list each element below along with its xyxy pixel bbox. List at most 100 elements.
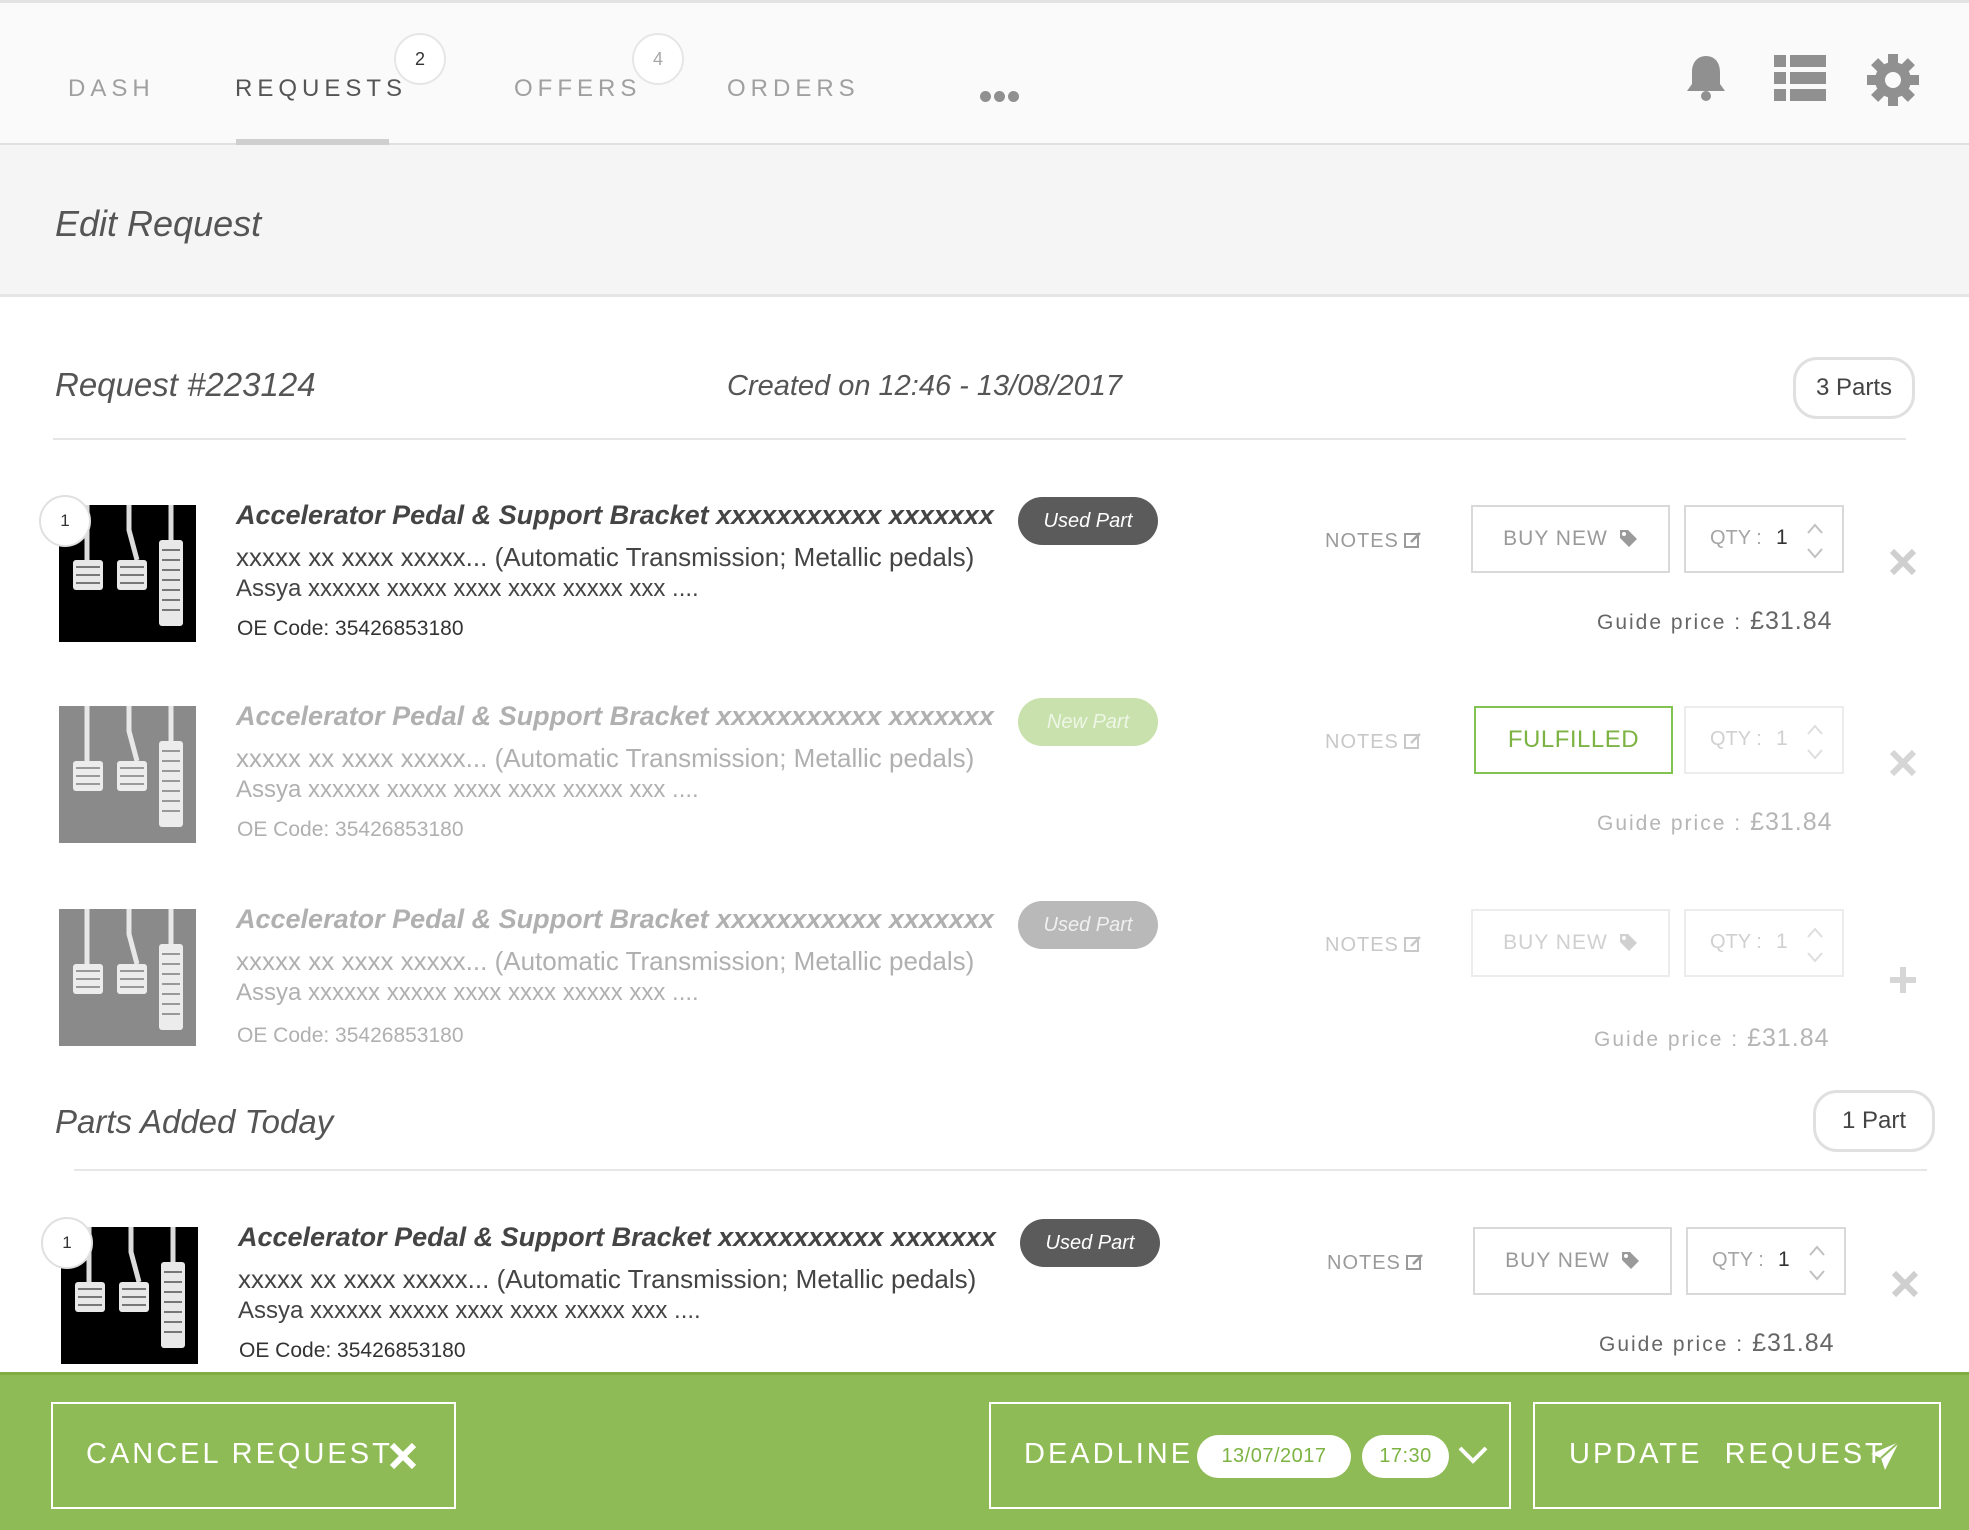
buy-new-label: BUY NEW	[1503, 931, 1608, 954]
notes-button[interactable]: NOTES	[1325, 530, 1423, 553]
section-title-added-today: Parts Added Today	[55, 1103, 334, 1140]
guide-price-label: Guide price :	[1597, 611, 1743, 634]
stepper-arrows-icon[interactable]	[1806, 925, 1824, 965]
buy-new-button[interactable]: BUY NEW	[1471, 505, 1670, 573]
buy-new-button[interactable]: BUY NEW	[1473, 1227, 1672, 1295]
part-description-secondary: Assya xxxxxx xxxxx xxxx xxxx xxxxx xxx .…	[236, 979, 699, 1006]
qty-value: 1	[1778, 1248, 1790, 1271]
top-navigation: DASH REQUESTS 2 OFFERS 4 ORDERS	[0, 0, 1969, 147]
part-row: Accelerator Pedal & Support Bracket xxxx…	[0, 901, 1969, 1099]
send-icon	[1871, 1441, 1900, 1470]
notes-label: NOTES	[1325, 530, 1399, 552]
page-title: Edit Request	[55, 203, 262, 244]
guide-price-label: Guide price :	[1597, 812, 1743, 835]
chevron-down-icon[interactable]	[1457, 1444, 1489, 1466]
condition-badge: Used Part	[1018, 901, 1158, 949]
request-created-date: Created on 12:46 - 13/08/2017	[727, 370, 1123, 402]
guide-price-label: Guide price :	[1594, 1028, 1740, 1051]
guide-price-value: £31.84	[1752, 1329, 1835, 1357]
cancel-request-button[interactable]: CANCEL REQUEST	[51, 1402, 456, 1509]
part-thumbnail	[59, 706, 196, 843]
update-request-button[interactable]: UPDATE REQUEST	[1533, 1402, 1941, 1509]
part-name[interactable]: Accelerator Pedal & Support Bracket xxxx…	[236, 500, 994, 531]
divider	[74, 1169, 1927, 1171]
part-name[interactable]: Accelerator Pedal & Support Bracket xxxx…	[236, 701, 994, 732]
qty-label: QTY :	[1710, 931, 1762, 953]
quantity-stepper[interactable]: QTY : 1	[1686, 1227, 1846, 1295]
condition-badge: Used Part	[1020, 1219, 1160, 1267]
tab-orders[interactable]: ORDERS	[727, 75, 860, 103]
part-row: 1 Accelerator Pedal & Support Bracket xx…	[0, 495, 1969, 695]
deadline-time[interactable]: 17:30	[1362, 1435, 1449, 1478]
notes-label: NOTES	[1325, 731, 1399, 753]
offers-count-badge: 4	[632, 33, 684, 85]
guide-price-value: £31.84	[1750, 808, 1833, 836]
guide-price: Guide price : £31.84	[1597, 607, 1833, 636]
part-description: xxxxx xx xxxx xxxxx... (Automatic Transm…	[236, 542, 975, 572]
stepper-arrows-icon[interactable]	[1808, 1243, 1826, 1283]
stepper-arrows-icon[interactable]	[1806, 521, 1824, 561]
divider	[53, 438, 1906, 440]
parts-count-badge: 3 Parts	[1793, 357, 1915, 419]
buy-new-button[interactable]: BUY NEW	[1471, 909, 1670, 977]
update-request-label: UPDATE REQUEST	[1569, 1438, 1886, 1470]
fulfilled-button[interactable]: FULFILLED	[1474, 706, 1673, 774]
close-icon	[389, 1442, 417, 1470]
part-name[interactable]: Accelerator Pedal & Support Bracket xxxx…	[238, 1222, 996, 1253]
part-description-secondary: Assya xxxxxx xxxxx xxxx xxxx xxxxx xxx .…	[236, 776, 699, 803]
quantity-stepper[interactable]: QTY : 1	[1684, 505, 1844, 573]
qty-label: QTY :	[1712, 1249, 1764, 1271]
notes-label: NOTES	[1325, 934, 1399, 956]
part-oe-code: OE Code: 35426853180	[237, 818, 464, 841]
quantity-stepper[interactable]: QTY : 1	[1684, 909, 1844, 977]
page-title-band: Edit Request	[0, 145, 1969, 297]
row-number-badge: 1	[39, 495, 91, 547]
guide-price-value: £31.84	[1750, 607, 1833, 635]
notes-button[interactable]: NOTES	[1325, 731, 1423, 754]
guide-price-label: Guide price :	[1599, 1333, 1745, 1356]
edit-icon	[1403, 936, 1421, 952]
notes-label: NOTES	[1327, 1252, 1401, 1274]
bell-icon[interactable]	[1684, 53, 1728, 108]
part-description-secondary: Assya xxxxxx xxxxx xxxx xxxx xxxxx xxx .…	[236, 575, 699, 602]
guide-price: Guide price : £31.84	[1599, 1329, 1835, 1358]
added-parts-count-badge: 1 Part	[1813, 1090, 1935, 1152]
deadline-date[interactable]: 13/07/2017	[1197, 1435, 1351, 1478]
part-description: xxxxx xx xxxx xxxxx... (Automatic Transm…	[236, 743, 975, 773]
tab-offers[interactable]: OFFERS	[514, 75, 641, 103]
requests-count-badge: 2	[394, 33, 446, 85]
notes-button[interactable]: NOTES	[1327, 1252, 1425, 1275]
part-description-secondary: Assya xxxxxx xxxxx xxxx xxxx xxxxx xxx .…	[238, 1297, 701, 1324]
guide-price: Guide price : £31.84	[1594, 1024, 1830, 1053]
action-footer: CANCEL REQUEST DEADLINE 13/07/2017 17:30…	[0, 1372, 1969, 1530]
guide-price-value: £31.84	[1747, 1024, 1830, 1052]
condition-badge: Used Part	[1018, 497, 1158, 545]
deadline-selector[interactable]: DEADLINE 13/07/2017 17:30	[989, 1402, 1511, 1509]
tag-icon	[1621, 1252, 1639, 1269]
ellipsis-icon[interactable]	[980, 89, 1022, 107]
tab-requests[interactable]: REQUESTS	[235, 75, 407, 103]
qty-label: QTY :	[1710, 728, 1762, 750]
stepper-arrows-icon[interactable]	[1806, 722, 1824, 762]
plus-icon[interactable]	[1888, 965, 1918, 1000]
notes-button[interactable]: NOTES	[1325, 934, 1423, 957]
quantity-stepper[interactable]: QTY : 1	[1684, 706, 1844, 774]
tab-dash[interactable]: DASH	[68, 75, 155, 103]
guide-price: Guide price : £31.84	[1597, 808, 1833, 837]
qty-label: QTY :	[1710, 527, 1762, 549]
close-icon[interactable]	[1890, 1269, 1920, 1304]
edit-icon	[1403, 733, 1421, 749]
close-icon[interactable]	[1888, 547, 1918, 582]
part-oe-code: OE Code: 35426853180	[237, 617, 464, 640]
qty-value: 1	[1776, 727, 1788, 750]
row-number-badge: 1	[41, 1217, 93, 1269]
part-name[interactable]: Accelerator Pedal & Support Bracket xxxx…	[236, 904, 994, 935]
gear-icon[interactable]	[1866, 53, 1920, 112]
close-icon[interactable]	[1888, 748, 1918, 783]
list-icon[interactable]	[1774, 53, 1826, 108]
qty-value: 1	[1776, 526, 1788, 549]
tag-icon	[1619, 530, 1637, 547]
part-description: xxxxx xx xxxx xxxxx... (Automatic Transm…	[236, 946, 975, 976]
edit-icon	[1405, 1254, 1423, 1270]
qty-value: 1	[1776, 930, 1788, 953]
